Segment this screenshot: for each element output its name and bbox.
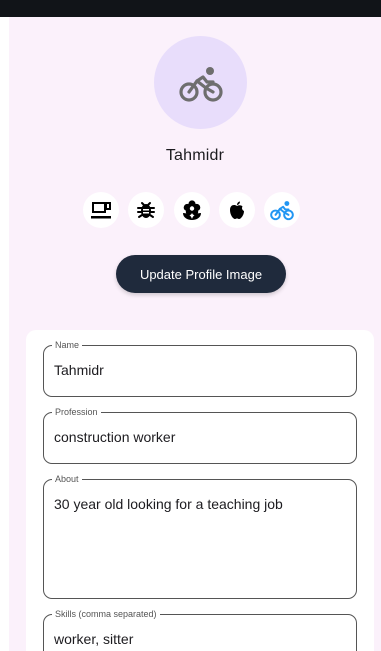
name-field-value: Tahmidr — [54, 362, 104, 378]
left-edge — [0, 17, 9, 651]
profession-field-value: construction worker — [54, 429, 176, 445]
icon-option-flower[interactable] — [174, 192, 210, 228]
icon-option-bicycle[interactable] — [264, 192, 300, 228]
profile-screen: Tahmidr Update Profile Image Name Tahmid… — [9, 17, 381, 651]
flower-icon — [183, 200, 201, 220]
avatar-icon-picker — [9, 192, 381, 228]
about-field-label: About — [52, 472, 82, 486]
skills-field[interactable]: Skills (comma separated) worker, sitter — [43, 607, 357, 651]
profile-form-card: Name Tahmidr Profession construction wor… — [26, 330, 374, 651]
about-field[interactable]: About 30 year old looking for a teaching… — [43, 472, 357, 599]
bicycle-icon — [270, 201, 294, 221]
icon-option-bug[interactable] — [128, 192, 164, 228]
bicycle-icon — [178, 66, 223, 102]
status-bar — [0, 0, 381, 17]
name-field-label: Name — [52, 338, 83, 352]
bug-icon — [137, 202, 155, 218]
profession-field-label: Profession — [52, 405, 101, 419]
icon-option-coffee[interactable] — [83, 192, 119, 228]
profile-username: Tahmidr — [165, 147, 225, 164]
icon-option-apple[interactable] — [219, 192, 255, 228]
profession-field[interactable]: Profession construction worker — [43, 405, 357, 464]
name-field[interactable]: Name Tahmidr — [43, 338, 357, 397]
about-field-value: 30 year old looking for a teaching job — [54, 496, 283, 512]
coffee-cup-icon — [91, 202, 111, 219]
profile-avatar[interactable] — [154, 36, 247, 129]
apple-icon — [230, 201, 244, 219]
update-profile-image-button[interactable]: Update Profile Image — [116, 255, 286, 293]
skills-field-label: Skills (comma separated) — [52, 607, 160, 621]
skills-field-value: worker, sitter — [54, 631, 134, 647]
